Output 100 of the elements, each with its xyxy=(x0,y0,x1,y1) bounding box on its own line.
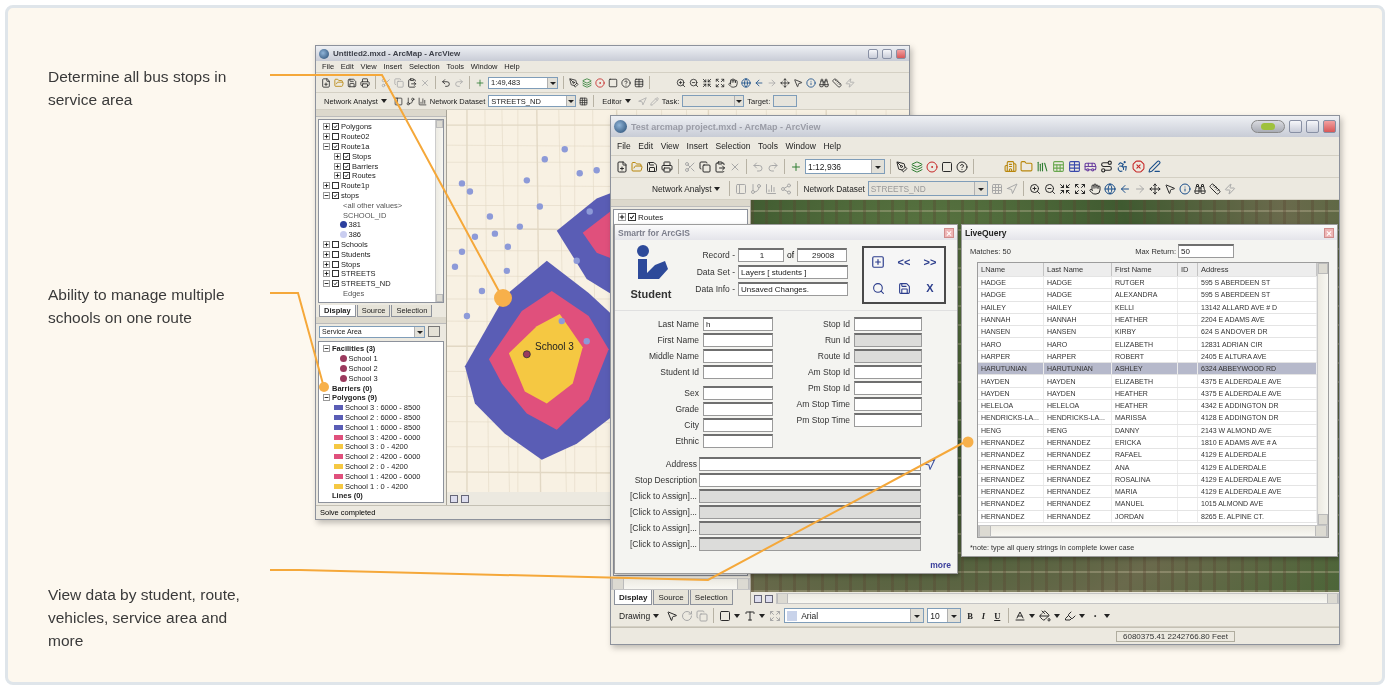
input-field[interactable] xyxy=(703,418,773,432)
checkbox[interactable] xyxy=(332,250,339,258)
expand-toggle[interactable] xyxy=(323,123,330,131)
menu-item[interactable]: Selection xyxy=(715,141,751,151)
zoom-in-icon[interactable] xyxy=(676,77,686,88)
input-field[interactable] xyxy=(703,333,773,347)
checkbox[interactable] xyxy=(332,240,339,248)
wheelchair-icon[interactable] xyxy=(1116,160,1129,173)
panel-tab[interactable]: Selection xyxy=(689,590,733,605)
minimize-button[interactable] xyxy=(868,48,878,59)
expand-toggle[interactable] xyxy=(323,191,330,199)
expand-toggle[interactable] xyxy=(323,394,330,402)
fixed-zoom-in-icon[interactable] xyxy=(702,77,712,88)
help-icon[interactable] xyxy=(956,160,968,173)
input-field[interactable] xyxy=(703,434,773,448)
vertical-scrollbar[interactable] xyxy=(435,120,443,302)
input-field[interactable] xyxy=(854,365,922,379)
horizontal-scrollbar[interactable] xyxy=(978,525,1328,537)
expand-toggle[interactable] xyxy=(323,250,330,258)
find-icon[interactable] xyxy=(819,77,829,88)
network-tool-icon[interactable] xyxy=(405,96,415,106)
table-icon[interactable] xyxy=(1068,160,1081,173)
font-color-icon[interactable] xyxy=(1014,609,1027,622)
locate-icon[interactable] xyxy=(923,457,936,471)
maximize-button[interactable] xyxy=(882,48,892,59)
print-icon[interactable] xyxy=(360,77,370,88)
identify-icon[interactable] xyxy=(1178,182,1191,195)
input-field[interactable] xyxy=(703,365,773,379)
input-field[interactable] xyxy=(699,473,921,487)
save-icon[interactable] xyxy=(897,281,911,295)
checkbox[interactable] xyxy=(343,152,350,160)
zoom-out-icon[interactable] xyxy=(1043,182,1056,195)
menu-item[interactable]: Insert xyxy=(686,141,708,151)
caret-icon[interactable] xyxy=(734,613,742,618)
identify-icon[interactable] xyxy=(806,77,816,88)
nav-button[interactable]: << xyxy=(892,250,916,274)
input-field[interactable] xyxy=(854,317,922,331)
expand-toggle[interactable] xyxy=(323,182,330,190)
expand-toggle[interactable] xyxy=(323,143,330,150)
input-field[interactable] xyxy=(854,381,922,395)
drawing-menu[interactable]: Drawing xyxy=(616,610,664,621)
pointer-icon[interactable] xyxy=(1163,182,1176,195)
back-icon[interactable] xyxy=(1118,182,1131,195)
pan-icon[interactable] xyxy=(1088,182,1101,195)
save-icon[interactable] xyxy=(347,77,357,88)
zoom-out-icon[interactable] xyxy=(689,77,699,88)
panel-tab[interactable]: Display xyxy=(614,590,653,605)
add-record-icon[interactable] xyxy=(871,255,885,269)
undo-icon[interactable] xyxy=(441,77,451,88)
caret-icon[interactable] xyxy=(1029,613,1037,618)
font-dropdown[interactable]: Arial xyxy=(784,608,925,623)
data-info-field[interactable]: Unsaved Changes. xyxy=(738,282,848,296)
panel-tab[interactable]: Source xyxy=(653,590,689,605)
maximize-button[interactable] xyxy=(1306,120,1319,133)
checkbox[interactable] xyxy=(343,172,350,180)
properties-button[interactable] xyxy=(428,326,440,337)
vertical-scrollbar[interactable] xyxy=(1317,263,1328,525)
measure-icon[interactable] xyxy=(1208,182,1221,195)
stop-sign-icon[interactable] xyxy=(1132,160,1145,173)
fixed-zoom-in-icon[interactable] xyxy=(1058,182,1071,195)
new-document-icon[interactable] xyxy=(616,160,628,173)
copy-icon[interactable] xyxy=(699,160,711,173)
input-field[interactable] xyxy=(699,457,921,471)
checkbox[interactable] xyxy=(332,133,339,141)
pan-icon[interactable] xyxy=(728,77,738,88)
menu-item[interactable]: Edit xyxy=(638,141,653,151)
bus-icon[interactable] xyxy=(1084,160,1097,173)
find-icon[interactable] xyxy=(1193,182,1206,195)
checkbox[interactable] xyxy=(628,213,636,222)
expand-toggle[interactable] xyxy=(323,260,330,268)
layers-icon[interactable] xyxy=(911,160,923,173)
fill-color-icon[interactable] xyxy=(1039,609,1052,622)
zoom-in-icon[interactable] xyxy=(1028,182,1041,195)
window-icon[interactable] xyxy=(941,160,953,173)
italic-button[interactable]: I xyxy=(978,610,989,621)
caret-icon[interactable] xyxy=(1079,613,1087,618)
caret-icon[interactable] xyxy=(759,613,767,618)
expand-toggle[interactable] xyxy=(323,133,330,141)
text-tool-icon[interactable] xyxy=(744,609,757,622)
save-icon[interactable] xyxy=(646,160,658,173)
checkbox[interactable] xyxy=(332,143,339,150)
scale-dropdown[interactable]: 1:12,936 xyxy=(805,159,885,174)
editor-icon[interactable] xyxy=(896,160,908,173)
building-icon[interactable] xyxy=(1004,160,1017,173)
search-icon[interactable] xyxy=(871,281,885,295)
checkbox[interactable] xyxy=(332,280,339,288)
pointer-icon[interactable] xyxy=(666,609,679,622)
menu-item[interactable]: Window xyxy=(785,141,816,151)
books-icon[interactable] xyxy=(1036,160,1049,173)
new-document-icon[interactable] xyxy=(321,77,331,88)
input-field[interactable]: h xyxy=(703,317,773,331)
menu-item[interactable]: View xyxy=(660,141,679,151)
checkbox[interactable] xyxy=(343,162,350,170)
select-features-icon[interactable] xyxy=(1148,182,1161,195)
fixed-zoom-out-icon[interactable] xyxy=(715,77,725,88)
checkbox[interactable] xyxy=(332,182,339,190)
network-window-icon[interactable] xyxy=(393,96,403,106)
input-field[interactable] xyxy=(854,397,922,411)
expand-toggle[interactable] xyxy=(334,152,341,160)
nav-button[interactable]: >> xyxy=(918,250,942,274)
